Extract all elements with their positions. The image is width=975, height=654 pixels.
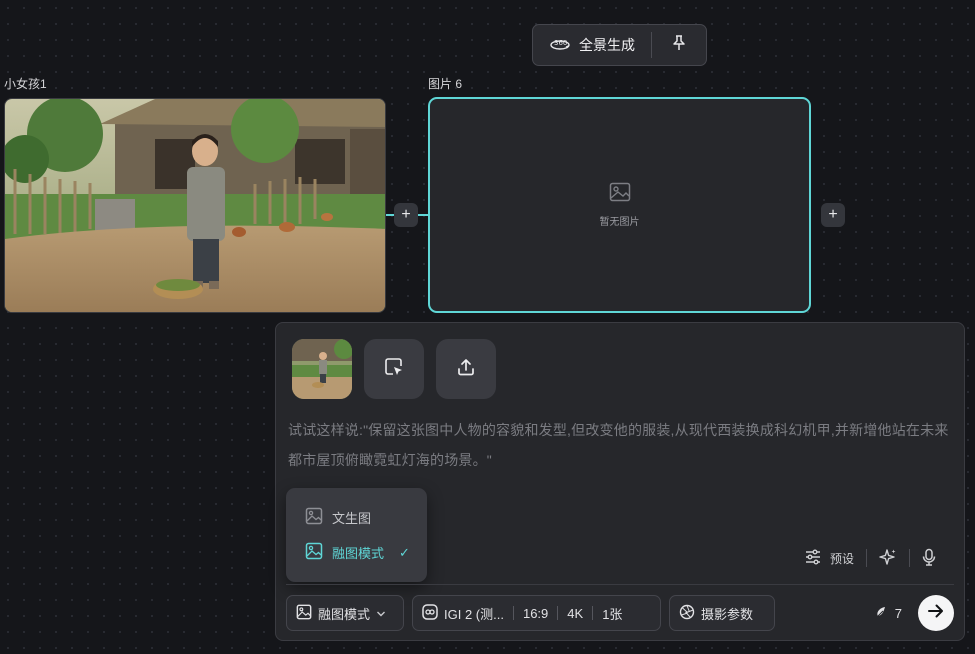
preset-label: 预设 <box>829 551 854 566</box>
ratio-label: 16:9 <box>522 605 549 621</box>
node-label-girl: 小女孩1 <box>4 77 47 91</box>
image-placeholder-icon <box>609 182 631 207</box>
pin-icon <box>672 34 686 56</box>
upload-button[interactable] <box>436 339 496 399</box>
resolution-select[interactable]: 4K <box>558 606 592 621</box>
credits-count: 7 <box>894 605 902 621</box>
menu-item-blend-mode[interactable]: 融图模式 ✓ <box>286 535 427 570</box>
enhance-prompt-button[interactable] <box>867 548 909 569</box>
girl-village-image <box>5 99 385 312</box>
menu-item-text-to-image[interactable]: 文生图 <box>286 500 427 535</box>
image-node-empty[interactable]: 暂无图片 <box>428 97 811 313</box>
node-label-image6: 图片 6 <box>428 77 463 91</box>
model-label: IGI 2 (测... <box>444 606 504 622</box>
image-node-girl[interactable] <box>4 98 386 313</box>
credits-indicator: 7 <box>875 605 902 622</box>
send-button[interactable] <box>918 595 954 631</box>
camera-params-label: 摄影参数 <box>701 606 754 622</box>
select-region-button[interactable] <box>364 339 424 399</box>
reference-thumbnail[interactable] <box>292 339 352 399</box>
empty-image-text: 暂无图片 <box>599 217 640 228</box>
sparkle-icon <box>879 548 897 569</box>
mode-select[interactable]: 融图模式 <box>286 595 404 631</box>
panel-divider <box>286 584 954 585</box>
ratio-select[interactable]: 16:9 <box>514 606 557 621</box>
360-icon: 360 <box>549 36 571 55</box>
top-toolbar: 360 全景生成 <box>532 24 707 66</box>
arrow-right-icon <box>927 603 945 624</box>
svg-text:360: 360 <box>554 39 567 47</box>
check-icon: ✓ <box>399 544 410 560</box>
add-node-between-button[interactable]: + <box>394 203 418 227</box>
image-icon <box>305 542 323 563</box>
mode-dropdown-menu: 文生图 融图模式 ✓ <box>286 488 427 582</box>
generation-settings-bar: 融图模式 IGI 2 (测... 16:9 4K 1张 摄影参数 7 <box>286 595 954 631</box>
mode-select-label: 融图模式 <box>318 606 371 622</box>
credit-icon <box>875 605 889 622</box>
plus-icon: + <box>828 206 838 223</box>
voice-input-button[interactable] <box>910 548 948 569</box>
model-icon <box>422 603 438 623</box>
plus-icon: + <box>401 206 411 223</box>
sliders-icon <box>804 549 822 568</box>
prompt-panel: 试试这样说:"保留这张图中人物的容貌和发型,但改变他的服装,从现代西装换成科幻机… <box>275 322 965 641</box>
prompt-tools: 预设 <box>792 545 948 571</box>
upload-icon <box>456 357 476 382</box>
menu-item-label: 文生图 <box>332 511 372 526</box>
panorama-generate-label: 全景生成 <box>579 37 635 53</box>
menu-item-label: 融图模式 <box>332 546 385 561</box>
pin-button[interactable] <box>652 25 706 65</box>
image-icon <box>296 604 312 623</box>
preset-button[interactable]: 预设 <box>792 549 866 568</box>
count-label: 1张 <box>602 606 623 622</box>
camera-params-button[interactable]: 摄影参数 <box>669 595 775 631</box>
select-region-icon <box>384 357 404 382</box>
prompt-input[interactable]: 试试这样说:"保留这张图中人物的容貌和发型,但改变他的服装,从现代西装换成科幻机… <box>288 415 958 475</box>
count-select[interactable]: 1张 <box>593 604 631 623</box>
model-settings-chip[interactable]: IGI 2 (测... 16:9 4K 1张 <box>412 595 661 631</box>
panorama-generate-button[interactable]: 360 全景生成 <box>533 25 651 65</box>
mic-icon <box>922 548 936 569</box>
image-icon <box>305 507 323 528</box>
model-select[interactable]: IGI 2 (测... <box>413 603 513 623</box>
resolution-label: 4K <box>567 605 584 621</box>
aperture-icon <box>679 604 695 623</box>
add-node-after-button[interactable]: + <box>821 203 845 227</box>
reference-thumbnail-image <box>292 339 352 399</box>
chevron-down-icon <box>376 606 386 621</box>
